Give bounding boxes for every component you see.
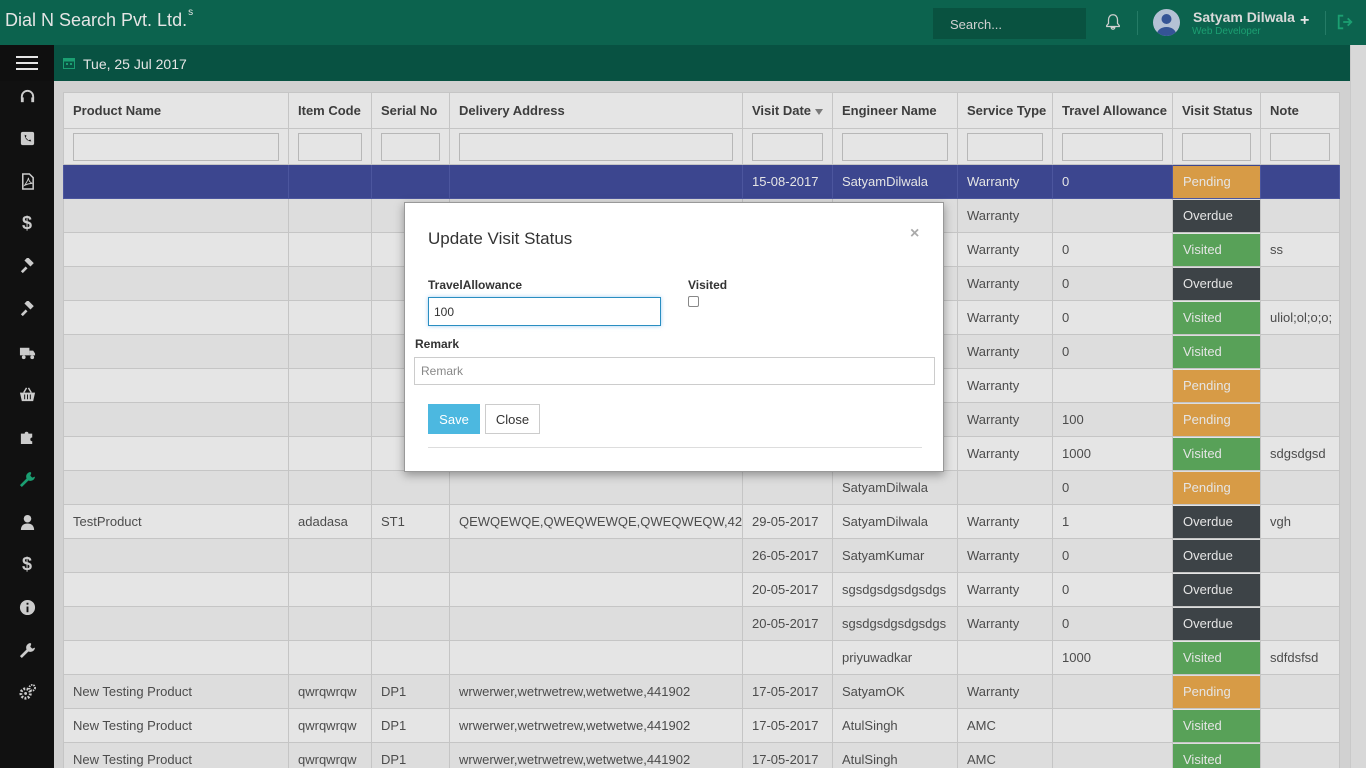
visited-label: Visited [688, 278, 728, 292]
dialog-divider [428, 447, 922, 448]
travel-allowance-label: TravelAllowance [428, 278, 523, 292]
save-button[interactable]: Save [428, 404, 480, 434]
close-button[interactable]: Close [485, 404, 540, 434]
dialog-title: Update Visit Status [428, 229, 573, 248]
close-icon[interactable]: × [910, 225, 919, 243]
remark-label: Remark [415, 337, 460, 351]
remark-input[interactable] [414, 357, 935, 385]
visited-checkbox[interactable] [688, 296, 699, 307]
update-visit-status-dialog: Update Visit Status × TravelAllowance Vi… [404, 202, 944, 472]
travel-allowance-input[interactable] [428, 297, 661, 326]
